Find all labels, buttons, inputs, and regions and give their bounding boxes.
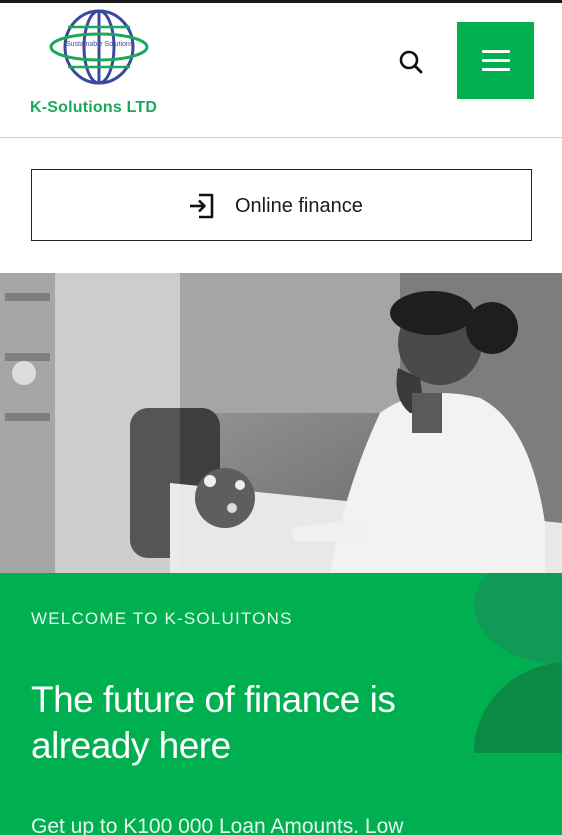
- search-icon: [399, 50, 423, 74]
- welcome-eyebrow: WELCOME TO K-SOLUITONS: [31, 609, 293, 628]
- hero-image: [0, 273, 562, 573]
- hero-subtext: Get up to K100 000 Loan Amounts. Low: [31, 815, 404, 835]
- site-header: Sustainable Solutions K-Solutions LTD: [0, 3, 562, 138]
- login-icon: [190, 193, 214, 219]
- welcome-section: WELCOME TO K-SOLUITONS The future of fin…: [0, 573, 562, 835]
- online-finance-button[interactable]: Online finance: [31, 169, 532, 241]
- menu-button[interactable]: [457, 22, 534, 99]
- online-finance-label: Online finance: [235, 194, 363, 217]
- decorative-shape: [474, 573, 562, 665]
- search-button[interactable]: [396, 47, 426, 77]
- hero-headline: The future of finance is already here: [31, 679, 396, 766]
- logo-tagline: Sustainable Solutions: [66, 41, 134, 48]
- company-logo[interactable]: Sustainable Solutions K-Solutions LTD: [30, 7, 180, 125]
- logo-name: K-Solutions LTD: [30, 99, 158, 116]
